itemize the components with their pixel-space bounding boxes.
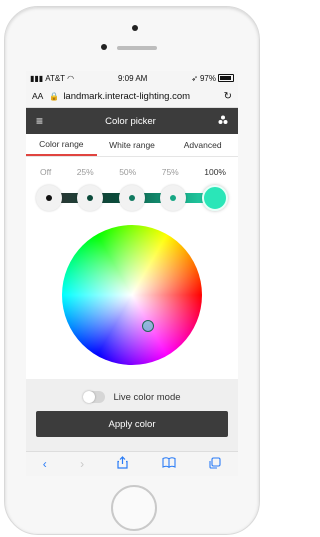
url-text[interactable]: landmark.interact-lighting.com bbox=[63, 91, 223, 102]
live-mode-toggle[interactable] bbox=[83, 391, 106, 403]
front-camera bbox=[101, 44, 107, 50]
color-wheel[interactable] bbox=[62, 225, 202, 365]
live-mode-label: Live color mode bbox=[113, 391, 181, 403]
level-label-25: 25% bbox=[76, 167, 94, 177]
battery-percent: 97% bbox=[199, 73, 216, 83]
app-bar: ≡ Color picker bbox=[26, 108, 238, 134]
stop-dot bbox=[170, 195, 176, 201]
wifi-icon: ◠ bbox=[67, 73, 75, 83]
apply-color-button[interactable]: Apply color bbox=[36, 411, 228, 437]
stop-dot bbox=[129, 195, 135, 201]
clock: 9:09 AM bbox=[117, 73, 148, 83]
proximity-sensor bbox=[132, 25, 138, 31]
tabs-icon[interactable] bbox=[209, 456, 221, 472]
location-icon: ➶ bbox=[191, 73, 198, 83]
address-bar[interactable]: AA 🔒 landmark.interact-lighting.com ↻ bbox=[26, 85, 238, 108]
level-label-75: 75% bbox=[161, 167, 179, 177]
level-labels: Off 25% 50% 75% 100% bbox=[26, 167, 238, 177]
slider-stop-100[interactable] bbox=[202, 185, 228, 211]
slider-stop-25[interactable] bbox=[77, 185, 103, 211]
live-mode-row: Live color mode bbox=[26, 391, 238, 403]
level-label-off: Off bbox=[40, 167, 52, 177]
earpiece-speaker bbox=[117, 46, 157, 50]
bookmarks-icon[interactable] bbox=[162, 457, 176, 471]
color-wheel-container bbox=[62, 225, 202, 365]
tab-color-range[interactable]: Color range bbox=[26, 134, 97, 156]
level-label-50: 50% bbox=[119, 167, 137, 177]
battery-icon bbox=[217, 74, 234, 82]
level-label-100: 100% bbox=[204, 167, 226, 177]
slider-stop-75[interactable] bbox=[160, 185, 186, 211]
browser-toolbar: ‹ › bbox=[26, 451, 238, 476]
signal-icon: ▮▮▮ bbox=[30, 73, 44, 83]
bottom-panel: Live color mode Apply color bbox=[26, 379, 238, 451]
back-icon[interactable]: ‹ bbox=[43, 457, 47, 471]
status-left: ▮▮▮ AT&T ◠ bbox=[30, 74, 74, 83]
brightness-slider[interactable] bbox=[36, 185, 230, 211]
stop-dot bbox=[87, 195, 93, 201]
home-button[interactable] bbox=[111, 485, 157, 531]
carrier: AT&T bbox=[45, 73, 66, 83]
reload-icon[interactable]: ↻ bbox=[224, 91, 232, 102]
status-bar: ▮▮▮ AT&T ◠ 9:09 AM ➶ 97% bbox=[26, 71, 238, 85]
text-size-button[interactable]: AA bbox=[32, 91, 43, 101]
slider-stop-off[interactable] bbox=[36, 185, 62, 211]
stop-dot bbox=[46, 195, 52, 201]
hamburger-icon[interactable]: ≡ bbox=[36, 114, 43, 128]
lights-icon[interactable] bbox=[218, 115, 228, 128]
share-icon[interactable] bbox=[117, 456, 129, 472]
tab-advanced[interactable]: Advanced bbox=[167, 134, 238, 156]
page-title: Color picker bbox=[105, 115, 156, 127]
forward-icon[interactable]: › bbox=[80, 457, 84, 471]
lock-icon: 🔒 bbox=[49, 91, 60, 101]
slider-stop-50[interactable] bbox=[119, 185, 145, 211]
color-selector-handle[interactable] bbox=[142, 320, 154, 332]
tab-white-range[interactable]: White range bbox=[97, 134, 168, 156]
screen: ▮▮▮ AT&T ◠ 9:09 AM ➶ 97% AA 🔒 landmark.i… bbox=[26, 71, 238, 451]
tab-bar: Color range White range Advanced bbox=[26, 134, 238, 157]
status-right: ➶ 97% bbox=[191, 74, 234, 83]
